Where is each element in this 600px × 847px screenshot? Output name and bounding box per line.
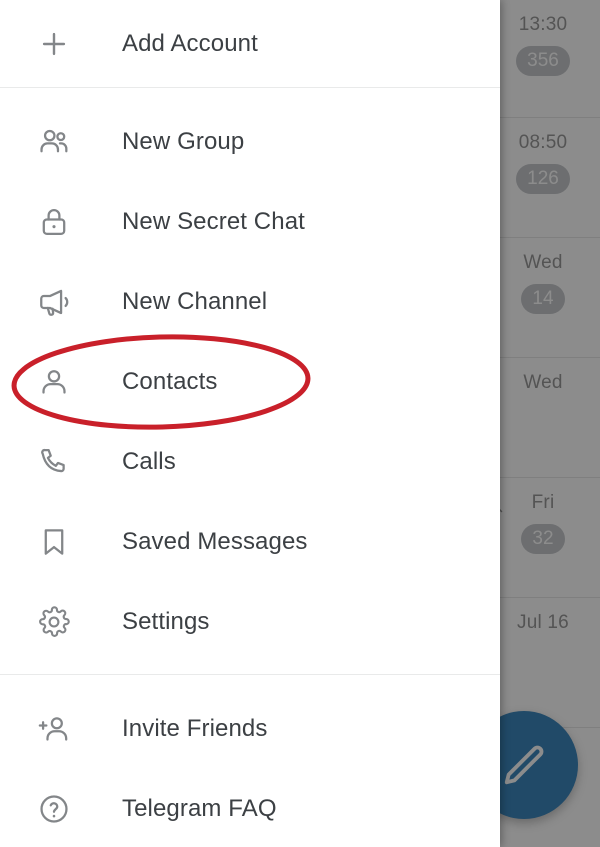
bookmark-icon: [28, 525, 80, 559]
megaphone-icon: [28, 285, 80, 319]
drawer-item-label: New Group: [122, 128, 245, 155]
drawer-item-label: Settings: [122, 608, 210, 635]
drawer-section-account: Add Account: [0, 0, 500, 87]
phone-screen: 13:30 356 08:50 126 Wed 14 Wed Fri 32 Jul 16 Add …: [0, 0, 600, 847]
drawer-item-contacts[interactable]: Contacts: [0, 342, 500, 422]
lock-icon: [28, 205, 80, 239]
drawer-item-settings[interactable]: Settings: [0, 582, 500, 662]
drawer-item-label: New Secret Chat: [122, 208, 305, 235]
person-icon: [28, 365, 80, 399]
drawer-section-primary: New Group New Secret Chat New Channel Conta…: [0, 88, 500, 674]
phone-icon: [28, 445, 80, 479]
drawer-item-new-secret-chat[interactable]: New Secret Chat: [0, 182, 500, 262]
drawer-item-invite-friends[interactable]: Invite Friends: [0, 689, 500, 769]
person-add-icon: [28, 712, 80, 746]
group-icon: [28, 125, 80, 159]
drawer-section-secondary: Invite Friends Telegram FAQ: [0, 675, 500, 847]
gear-icon: [28, 605, 80, 639]
drawer-item-label: Contacts: [122, 368, 218, 395]
drawer-item-label: Add Account: [122, 29, 258, 57]
plus-icon: [28, 27, 80, 61]
drawer-item-label: Calls: [122, 448, 176, 475]
drawer-item-telegram-faq[interactable]: Telegram FAQ: [0, 769, 500, 847]
drawer-item-new-channel[interactable]: New Channel: [0, 262, 500, 342]
drawer-item-label: New Channel: [122, 288, 268, 315]
drawer-item-saved-messages[interactable]: Saved Messages: [0, 502, 500, 582]
question-circle-icon: [28, 792, 80, 826]
drawer-item-label: Invite Friends: [122, 715, 268, 742]
drawer-item-calls[interactable]: Calls: [0, 422, 500, 502]
drawer-item-add-account[interactable]: Add Account: [0, 0, 500, 87]
navigation-drawer: Add Account New Group New Secret Chat New …: [0, 0, 500, 847]
drawer-item-new-group[interactable]: New Group: [0, 102, 500, 182]
drawer-item-label: Telegram FAQ: [122, 795, 277, 822]
drawer-item-label: Saved Messages: [122, 528, 308, 555]
